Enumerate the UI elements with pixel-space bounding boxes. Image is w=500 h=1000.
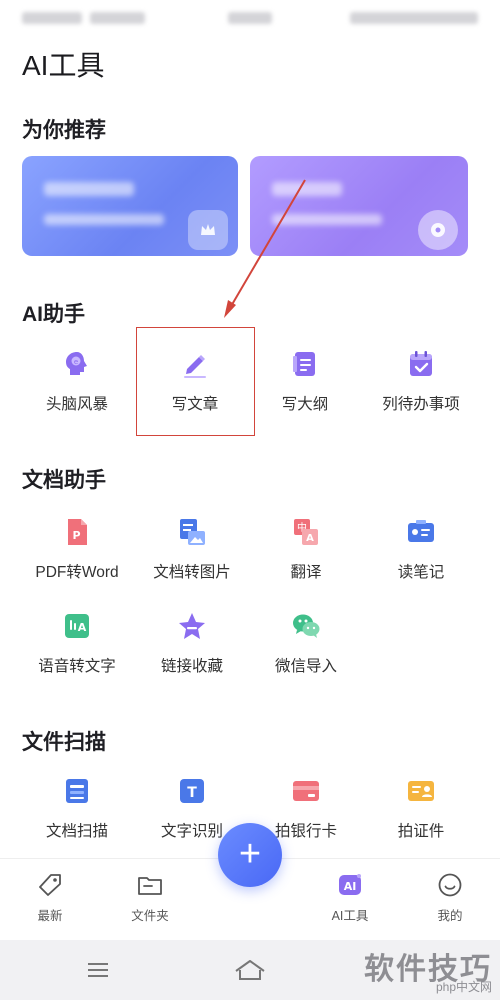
status-blur-time xyxy=(228,12,272,24)
nav-item-latest[interactable]: 最新 xyxy=(10,871,90,924)
wechat-icon xyxy=(293,614,320,638)
svg-text:A: A xyxy=(78,621,87,634)
bank-card-icon xyxy=(293,781,319,801)
card-blur-text xyxy=(272,182,342,196)
voice-to-text-icon: A xyxy=(65,614,89,638)
tag-icon xyxy=(39,874,61,896)
disc-icon xyxy=(418,210,458,250)
tool-label: 写大纲 xyxy=(281,396,329,413)
nav-label: AI工具 xyxy=(331,909,369,923)
tool-write-outline[interactable]: 写大纲 xyxy=(246,348,364,414)
brain-icon: e xyxy=(66,352,87,375)
status-blur-left-2 xyxy=(90,12,145,24)
status-blur-left xyxy=(22,12,82,24)
section-title-recommend: 为你推荐 xyxy=(22,119,106,142)
tool-label: 语音转文字 xyxy=(38,658,116,675)
tool-wechat-import[interactable]: 微信导入 xyxy=(247,610,365,676)
tool-brainstorm[interactable]: e 头脑风暴 xyxy=(18,348,136,414)
crown-icon xyxy=(188,210,228,250)
recommend-card-1[interactable] xyxy=(22,156,238,256)
tool-link-favorites[interactable]: 链接收藏 xyxy=(133,610,251,676)
folder-icon xyxy=(138,877,162,895)
page-title: AI工具 xyxy=(22,50,105,81)
nav-label: 文件夹 xyxy=(131,909,169,923)
star-icon xyxy=(179,613,205,639)
doc-scan-icon xyxy=(66,779,88,803)
svg-text:T: T xyxy=(187,785,197,801)
nav-label: 我的 xyxy=(437,909,463,923)
tool-label: 读笔记 xyxy=(397,564,445,581)
section-title-doc-assistant: 文档助手 xyxy=(22,469,106,492)
id-card-icon xyxy=(408,781,434,801)
tool-label: PDF转Word xyxy=(35,564,119,581)
tool-label: 翻译 xyxy=(290,564,322,581)
highlight-box xyxy=(136,327,255,436)
section-title-file-scan: 文件扫描 xyxy=(22,731,106,754)
menu-icon[interactable] xyxy=(84,956,112,984)
tool-label: 文档转图片 xyxy=(153,564,231,581)
ai-icon: AI xyxy=(339,874,361,895)
pdf-icon: P xyxy=(68,519,87,545)
tool-label: 头脑风暴 xyxy=(45,396,108,413)
nav-item-folder[interactable]: 文件夹 xyxy=(110,871,190,924)
svg-text:P: P xyxy=(72,529,80,542)
card-blur-text xyxy=(44,214,164,225)
calendar-check-icon xyxy=(410,351,432,376)
card-blur-text xyxy=(272,214,382,225)
tool-translate[interactable]: 中 A 翻译 xyxy=(247,516,365,582)
plus-icon: + xyxy=(238,832,262,875)
tool-read-notes[interactable]: 读笔记 xyxy=(362,516,480,582)
tool-doc-scan[interactable]: 文档扫描 xyxy=(18,775,136,841)
tool-label: 微信导入 xyxy=(274,658,337,675)
text-recognition-icon: T xyxy=(180,779,204,803)
home-icon[interactable] xyxy=(233,956,267,984)
tool-label: 文档扫描 xyxy=(45,823,108,840)
svg-text:A: A xyxy=(306,533,314,544)
tool-doc-to-image[interactable]: 文档转图片 xyxy=(133,516,251,582)
nav-item-ai-tools[interactable]: AI AI工具 xyxy=(310,871,390,924)
translate-icon: 中 A xyxy=(294,519,318,545)
tool-voice-to-text[interactable]: A 语音转文字 xyxy=(18,610,136,676)
recommend-card-2[interactable] xyxy=(250,156,468,256)
smile-face-icon xyxy=(438,873,462,897)
svg-text:AI: AI xyxy=(344,880,357,893)
section-title-ai-assistant: AI助手 xyxy=(22,303,85,326)
tool-id-card[interactable]: 拍证件 xyxy=(362,775,480,841)
tool-label: 列待办事项 xyxy=(382,396,460,413)
doc-to-image-icon xyxy=(180,519,205,545)
outline-icon xyxy=(293,352,315,376)
add-button[interactable]: + xyxy=(218,823,282,887)
watermark-sub-text: php中文网 xyxy=(435,980,492,994)
note-card-icon xyxy=(408,520,434,542)
tool-label: 拍证件 xyxy=(397,823,445,840)
tool-label: 链接收藏 xyxy=(160,658,223,675)
status-bar xyxy=(0,0,500,36)
tool-pdf-to-word[interactable]: P PDF转Word xyxy=(18,516,136,582)
nav-item-mine[interactable]: 我的 xyxy=(410,871,490,924)
svg-text:e: e xyxy=(74,358,78,366)
nav-label: 最新 xyxy=(37,909,63,923)
status-blur-right xyxy=(350,12,478,24)
card-blur-text xyxy=(44,182,134,196)
tool-todo-list[interactable]: 列待办事项 xyxy=(362,348,480,414)
